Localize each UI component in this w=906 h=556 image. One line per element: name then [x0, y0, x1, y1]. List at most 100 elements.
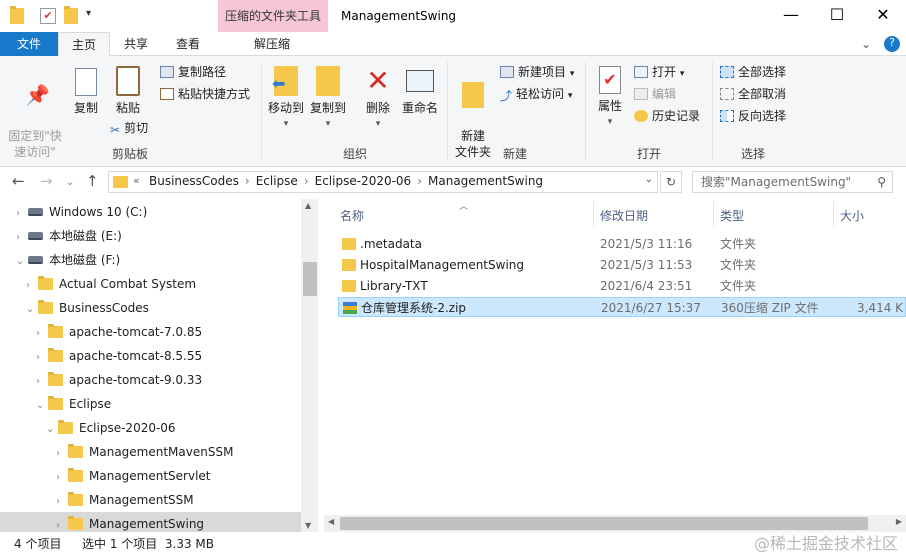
file-row[interactable]: HospitalManagementSwing 2021/5/3 11:53 文件夹 [338, 255, 906, 275]
file-row[interactable]: 仓库管理系统-2.zip 2021/6/27 15:37 360压缩 ZIP 文件 3… [338, 297, 906, 317]
tree-item-label: ManagementSwing [89, 517, 205, 531]
tree-item[interactable]: › apache-tomcat-8.5.55 [0, 344, 301, 368]
tree-item[interactable]: › apache-tomcat-7.0.85 [0, 320, 301, 344]
paste-button[interactable]: 粘贴 [108, 66, 148, 116]
tree-item-label: apache-tomcat-9.0.33 [69, 373, 203, 387]
chevron-right-icon[interactable]: › [36, 370, 48, 394]
new-item-button[interactable]: 新建项目 ▾ [500, 62, 574, 82]
history-button[interactable]: 历史记录 [634, 106, 700, 126]
tab-share[interactable]: 共享 [112, 32, 160, 56]
select-all-button[interactable]: 全部选择 [720, 62, 786, 82]
up-icon[interactable]: ↑ [86, 172, 99, 190]
chevron-right-icon[interactable]: › [26, 274, 38, 298]
chevron-down-icon[interactable]: ⌄ [16, 250, 28, 274]
edit-button[interactable]: 编辑 [634, 84, 676, 104]
pin-quick-access-button[interactable]: 📌 固定到"快 速访问" [6, 68, 64, 160]
move-to-button[interactable]: ⬅ 移动到 ▾ [266, 66, 306, 132]
address-folder-icon [113, 176, 128, 188]
navigation-scrollbar[interactable]: ▲ ▼ [301, 199, 318, 532]
back-icon[interactable]: ← [12, 172, 25, 190]
copy-to-button[interactable]: 复制到 ▾ [308, 66, 348, 132]
column-size[interactable]: 大小 [840, 207, 864, 224]
tree-item[interactable]: › 本地磁盘 (E:) [0, 224, 301, 248]
file-row[interactable]: .metadata 2021/5/3 11:16 文件夹 [338, 234, 906, 254]
breadcrumb-eclipse[interactable]: Eclipse [256, 174, 298, 188]
breadcrumb-businesscodes[interactable]: BusinessCodes [149, 174, 239, 188]
tree-item-label: Eclipse [69, 397, 112, 411]
breadcrumb-eclipse-2020-06[interactable]: Eclipse-2020-06 [315, 174, 412, 188]
cut-button[interactable]: ✂ 剪切 [110, 118, 148, 138]
search-input[interactable]: 搜索"ManagementSwing" ⚲ [692, 171, 893, 193]
refresh-icon[interactable]: ↻ [660, 171, 682, 193]
file-type: 文件夹 [720, 279, 757, 293]
chevron-down-icon[interactable]: ⌄ [46, 418, 58, 442]
tree-item-label: 本地磁盘 (F:) [49, 253, 121, 267]
folder-icon [48, 324, 63, 338]
tree-item[interactable]: ⌄ BusinessCodes [0, 296, 301, 320]
column-modified[interactable]: 修改日期 [600, 207, 648, 224]
chevron-right-icon[interactable]: › [16, 202, 28, 226]
chevron-right-icon[interactable]: › [56, 490, 68, 514]
breadcrumb-separator-icon: › [303, 174, 309, 188]
tree-item[interactable]: › ManagementSSM [0, 488, 301, 512]
open-button[interactable]: 打开 ▾ [634, 62, 684, 82]
column-name[interactable]: 名称 [340, 207, 364, 224]
paste-shortcut-icon [160, 88, 174, 100]
paste-shortcut-button[interactable]: 粘贴快捷方式 [160, 84, 250, 104]
new-folder-icon[interactable] [64, 6, 78, 24]
properties-button[interactable]: ✔ 属性 ▾ [592, 66, 628, 130]
invert-selection-button[interactable]: 反向选择 [720, 106, 786, 126]
new-folder-button[interactable]: 新建 文件夹 [452, 66, 494, 160]
maximize-button[interactable]: ☐ [814, 0, 860, 32]
folder-icon [38, 300, 53, 314]
chevron-right-icon[interactable]: › [56, 442, 68, 466]
tree-item[interactable]: ⌄ Eclipse-2020-06 [0, 416, 301, 440]
pin-icon: 📌 [25, 83, 50, 107]
tab-view[interactable]: 查看 [164, 32, 212, 56]
breadcrumb-managementswing[interactable]: ManagementSwing [428, 174, 543, 188]
watermark: @稀土掘金技术社区 [753, 534, 898, 553]
rename-button[interactable]: 重命名 [400, 66, 440, 116]
select-none-button[interactable]: 全部取消 [720, 84, 786, 104]
tree-item-label: 本地磁盘 (E:) [49, 229, 122, 243]
address-box[interactable]: « BusinessCodes › Eclipse › Eclipse-2020-06 ›… [108, 171, 658, 193]
delete-button[interactable]: ✕ 删除 ▾ [360, 66, 396, 132]
overflow-chevron-icon[interactable]: « [133, 174, 140, 187]
tab-home[interactable]: 主页 [58, 32, 110, 57]
file-row[interactable]: Library-TXT 2021/6/4 23:51 文件夹 [338, 276, 906, 296]
tree-item[interactable]: ⌄ 本地磁盘 (F:) [0, 248, 301, 272]
file-modified: 2021/5/3 11:53 [600, 258, 693, 272]
properties-check-icon[interactable]: ✔ [40, 8, 56, 24]
chevron-down-icon[interactable]: ⌄ [36, 394, 48, 418]
tree-item[interactable]: › Actual Combat System [0, 272, 301, 296]
compressed-folder-tools-tab[interactable]: 压缩的文件夹工具 [218, 0, 328, 32]
copy-button[interactable]: 复制 [68, 68, 104, 116]
tree-item[interactable]: › Windows 10 (C:) [0, 200, 301, 224]
qat-dropdown-icon[interactable]: ▾ [86, 8, 100, 24]
tab-extract[interactable]: 解压缩 [222, 32, 322, 56]
close-button[interactable]: ✕ [860, 0, 906, 32]
tree-item[interactable]: › ManagementServlet [0, 464, 301, 488]
collapse-ribbon-icon[interactable]: ⌄ [856, 32, 876, 56]
select-group-label: 选择 [740, 147, 765, 161]
tree-item[interactable]: ⌄ Eclipse [0, 392, 301, 416]
tab-file[interactable]: 文件 [0, 32, 58, 56]
help-icon[interactable]: ? [884, 36, 900, 52]
recent-dropdown-icon[interactable]: ⌄ [66, 177, 74, 188]
chevron-right-icon[interactable]: › [16, 226, 28, 250]
copy-path-button[interactable]: 复制路径 [160, 62, 226, 82]
chevron-down-icon[interactable]: ⌄ [26, 298, 38, 322]
easy-access-button[interactable]: ⤴ 轻松访问 ▾ [500, 84, 572, 104]
file-list-scroll-thumb[interactable] [340, 517, 868, 530]
forward-icon[interactable]: → [40, 172, 53, 190]
address-dropdown-icon[interactable]: ⌄ [645, 174, 653, 185]
chevron-right-icon[interactable]: › [56, 466, 68, 490]
chevron-right-icon[interactable]: › [36, 322, 48, 346]
navigation-scroll-thumb[interactable] [303, 262, 317, 296]
chevron-right-icon[interactable]: › [36, 346, 48, 370]
minimize-button[interactable]: — [768, 0, 814, 32]
tree-item[interactable]: › ManagementMavenSSM [0, 440, 301, 464]
column-type[interactable]: 类型 [720, 207, 744, 224]
tree-item[interactable]: › apache-tomcat-9.0.33 [0, 368, 301, 392]
file-name: .metadata [360, 237, 422, 251]
